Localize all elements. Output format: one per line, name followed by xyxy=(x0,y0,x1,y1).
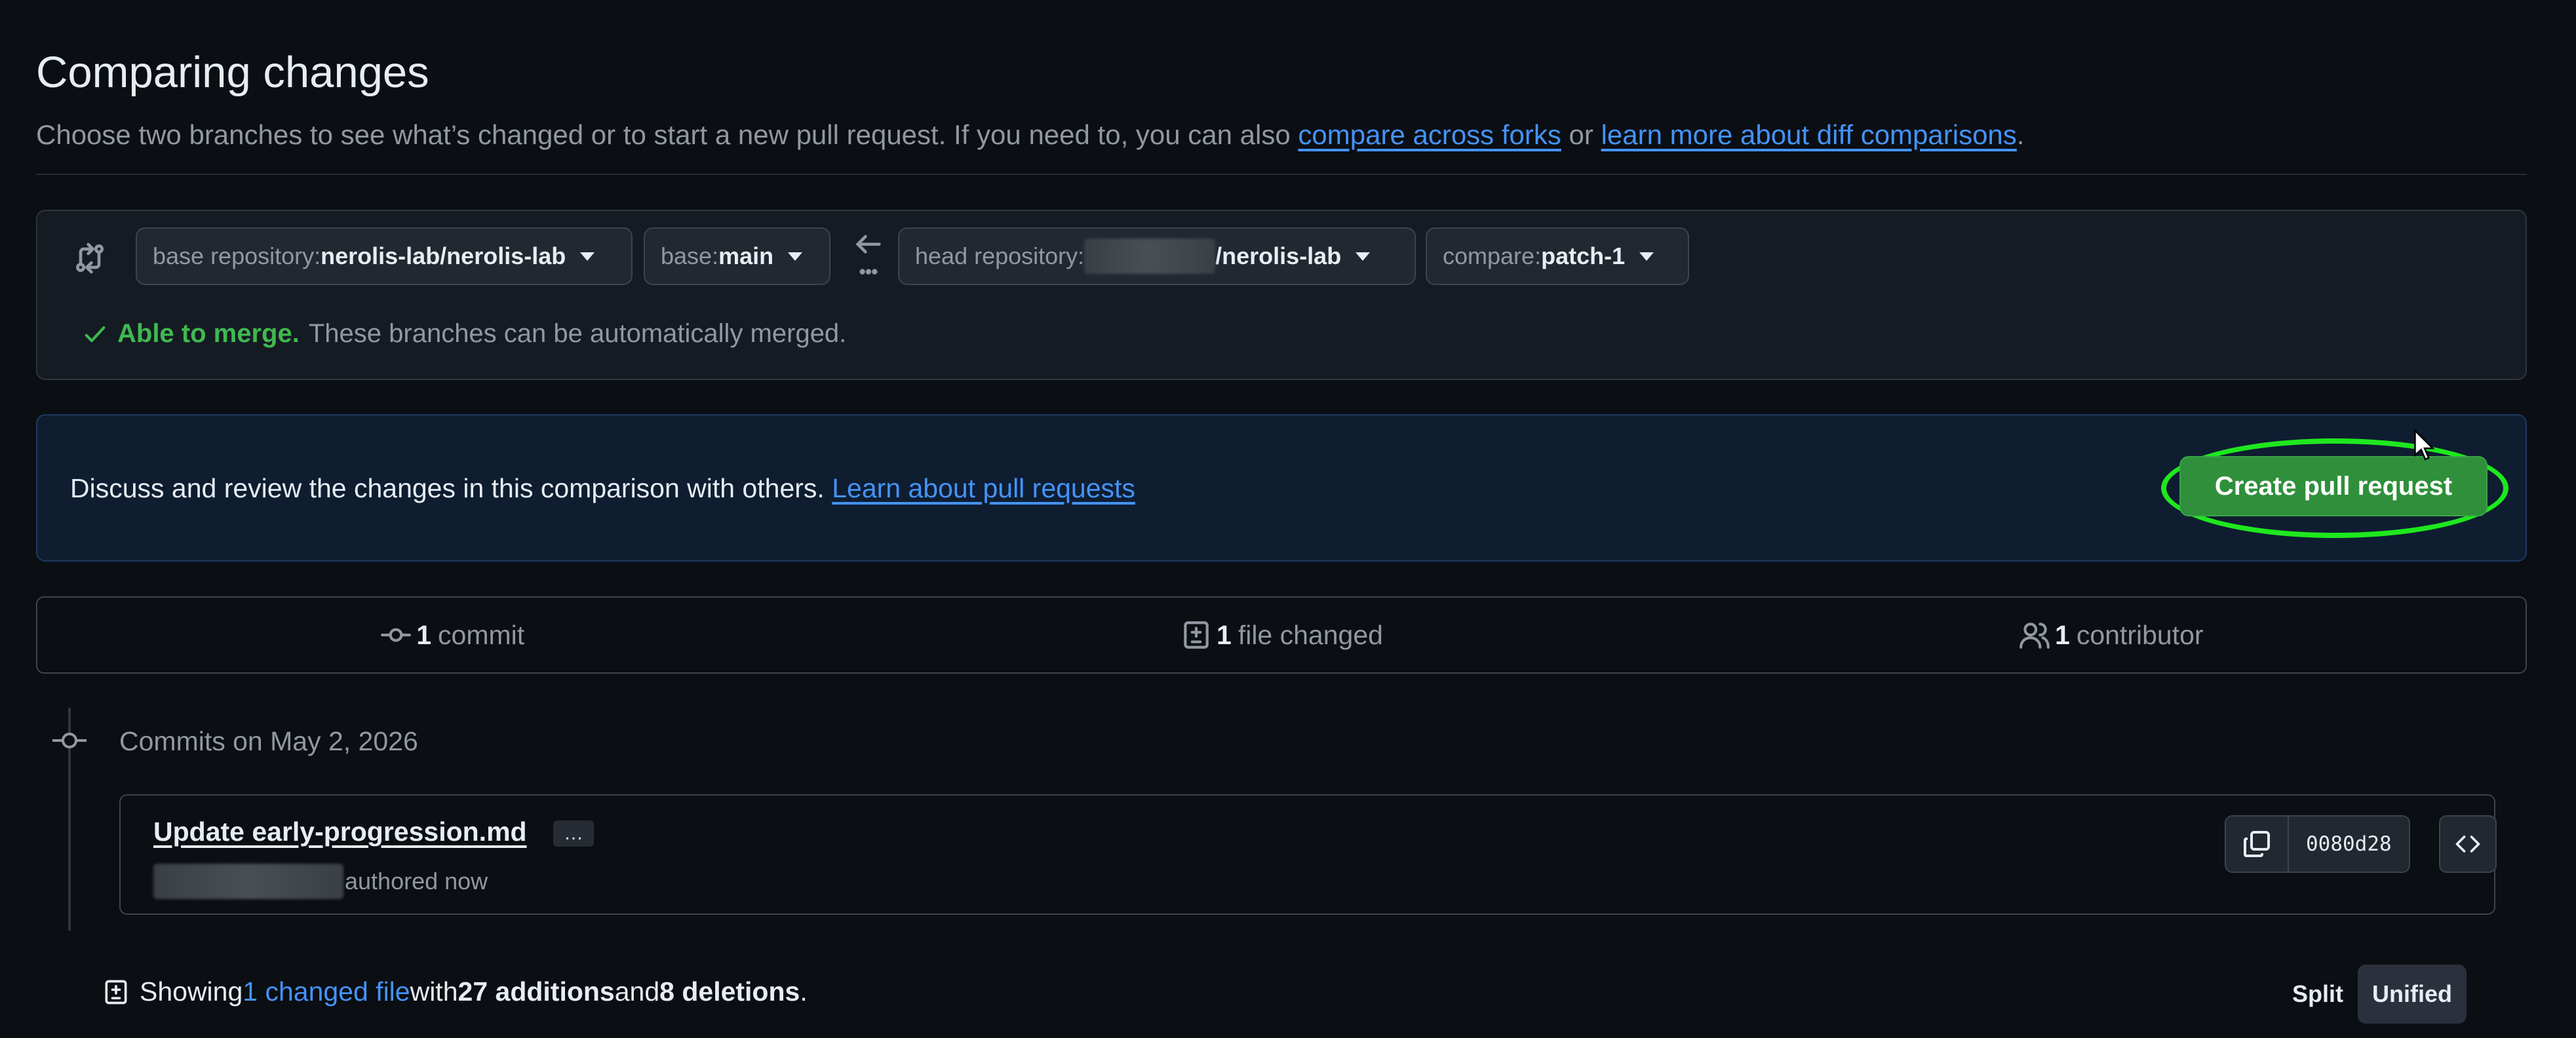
copy-icon xyxy=(2244,831,2270,857)
arrow-left-icon xyxy=(855,235,881,275)
diff-view-toggle: Split Unified xyxy=(2278,965,2467,1024)
head-repository-value: /nerolis-lab xyxy=(1215,242,1342,269)
check-icon xyxy=(85,326,106,342)
compare-page: Comparing changes Choose two branches to… xyxy=(0,0,2576,1038)
header-divider xyxy=(36,174,2527,175)
file-diff-icon xyxy=(1184,621,1209,649)
contributors-stat[interactable]: 1 contributor xyxy=(1696,598,2526,672)
commit-sha-link[interactable]: 0080d28 xyxy=(2289,817,2409,872)
discuss-message: Discuss and review the changes in this c… xyxy=(70,473,832,503)
git-commit-icon xyxy=(381,628,412,642)
summary-end: . xyxy=(800,976,808,1007)
base-repository-select[interactable]: base repository: nerolis-lab/nerolis-lab xyxy=(136,227,633,285)
unified-view-button[interactable]: Unified xyxy=(2358,965,2467,1024)
git-compare-icon xyxy=(76,242,104,274)
page-title: Comparing changes xyxy=(36,48,429,97)
commits-count: 1 xyxy=(416,619,432,650)
diff-summary: Showing 1 changed file with 27 additions… xyxy=(102,976,808,1007)
learn-pull-requests-link[interactable]: Learn about pull requests xyxy=(832,473,1135,503)
compare-branch-value: patch-1 xyxy=(1541,242,1626,269)
learn-diff-comparisons-link[interactable]: learn more about diff comparisons xyxy=(1601,119,2017,150)
subtitle-end: . xyxy=(2016,119,2025,150)
head-repository-select[interactable]: head repository: /nerolis-lab xyxy=(898,227,1416,285)
subtitle-or: or xyxy=(1561,119,1601,150)
file-diff-icon xyxy=(105,980,127,1004)
compare-branch-label: compare: xyxy=(1443,242,1542,269)
people-icon xyxy=(2020,623,2050,649)
code-icon xyxy=(2455,836,2480,853)
create-pull-request-button[interactable]: Create pull request xyxy=(2179,456,2488,516)
files-changed-stat[interactable]: 1 file changed xyxy=(867,598,1696,672)
redacted-owner xyxy=(1084,239,1216,274)
mouse-cursor-icon xyxy=(2414,429,2435,461)
commits-stat[interactable]: 1 commit xyxy=(37,598,867,672)
with-label: with xyxy=(410,976,458,1007)
showing-label: Showing xyxy=(140,976,243,1007)
changed-files-link[interactable]: 1 changed file xyxy=(243,976,410,1007)
merge-status-text: These branches can be automatically merg… xyxy=(308,319,847,348)
caret-down-icon xyxy=(580,252,595,261)
copy-sha-button[interactable] xyxy=(2226,817,2289,872)
additions-count: 27 additions xyxy=(458,976,615,1007)
and-label: and xyxy=(614,976,660,1007)
commit-item: Update early-progression.md … authored n… xyxy=(119,794,2497,915)
base-branch-value: main xyxy=(718,242,774,269)
compare-across-forks-link[interactable]: compare across forks xyxy=(1298,119,1561,150)
commit-title-link[interactable]: Update early-progression.md xyxy=(153,817,527,847)
caret-down-icon xyxy=(1356,252,1371,261)
discuss-panel: Discuss and review the changes in this c… xyxy=(36,414,2527,562)
compare-branch-select[interactable]: compare: patch-1 xyxy=(1426,227,1689,285)
subtitle-text: Choose two branches to see what’s change… xyxy=(36,119,1298,150)
caret-down-icon xyxy=(788,252,803,261)
contributors-count: 1 xyxy=(2055,619,2070,650)
caret-down-icon xyxy=(1639,252,1654,261)
discuss-text: Discuss and review the changes in this c… xyxy=(70,473,1135,504)
commits-label: commit xyxy=(438,619,525,650)
range-editor: base repository: nerolis-lab/nerolis-lab… xyxy=(36,210,2527,380)
split-view-button[interactable]: Split xyxy=(2278,965,2358,1024)
page-subtitle: Choose two branches to see what’s change… xyxy=(36,119,2024,151)
base-repository-label: base repository: xyxy=(153,242,321,269)
files-label: file changed xyxy=(1238,619,1383,650)
browse-repository-button[interactable] xyxy=(2439,815,2497,873)
files-count: 1 xyxy=(1217,619,1232,650)
commits-date-heading: Commits on May 2, 2026 xyxy=(119,726,418,756)
deletions-count: 8 deletions xyxy=(659,976,800,1007)
contributors-label: contributor xyxy=(2076,619,2204,650)
commit-authored-time: authored now xyxy=(345,868,488,894)
compare-stats-bar: 1 commit 1 file changed 1 contributor xyxy=(36,596,2527,674)
commit-sha-group: 0080d28 xyxy=(2225,815,2410,873)
base-repository-value: nerolis-lab/nerolis-lab xyxy=(321,242,566,269)
expand-message-button[interactable]: … xyxy=(553,820,594,847)
base-branch-select[interactable]: base: main xyxy=(644,227,830,285)
head-repository-label: head repository: xyxy=(915,242,1085,269)
base-branch-label: base: xyxy=(661,242,719,269)
git-commit-icon xyxy=(52,733,87,748)
merge-ok-label: Able to merge. xyxy=(117,319,300,348)
redacted-author xyxy=(153,864,343,899)
merge-status: Able to merge. These branches can be aut… xyxy=(82,319,846,349)
